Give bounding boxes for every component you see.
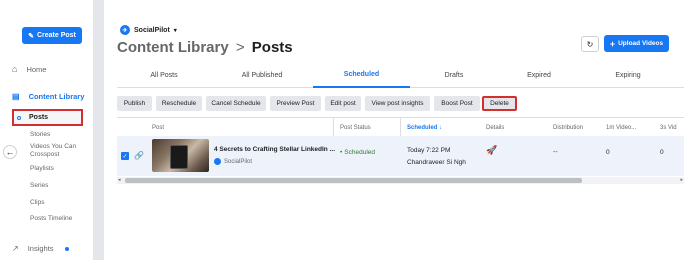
sidebar-item-stories[interactable]: Stories [30, 131, 50, 139]
sidebar: ✎ Create Post ⌂ Home ▤ Content Library P… [0, 0, 100, 260]
scheduled-time: Today 7:22 PM [407, 147, 451, 154]
column-header-3s-video[interactable]: 3s Vid [660, 125, 677, 131]
tab-all-posts[interactable]: All Posts [120, 62, 208, 88]
socialpilot-logo-icon: ✈ [120, 25, 130, 35]
delete-button[interactable]: Delete [482, 96, 517, 111]
sidebar-item-series[interactable]: Series [30, 182, 48, 190]
edit-post-button[interactable]: Edit post [325, 96, 361, 111]
scheduled-by: Chandraveer Si Ngh [407, 159, 466, 166]
tab-bar: All Posts All Published Scheduled Drafts… [117, 62, 684, 88]
create-post-button[interactable]: ✎ Create Post [22, 27, 82, 44]
refresh-icon: ↻ [586, 39, 594, 49]
scroll-left-icon[interactable]: ◂ [118, 177, 121, 183]
sidebar-item-posts-timeline[interactable]: Posts Timeline [30, 215, 72, 223]
sidebar-item-videos-crosspost[interactable]: Videos You Can Crosspost [30, 143, 80, 159]
collapse-sidebar-button[interactable]: ← [3, 145, 17, 159]
publish-button[interactable]: Publish [117, 96, 152, 111]
boost-rocket-icon[interactable]: 🚀 [486, 145, 497, 156]
sidebar-divider [93, 0, 104, 260]
column-header-post[interactable]: Post [152, 125, 164, 131]
insights-icon: ↗ [12, 244, 19, 253]
column-header-status[interactable]: Post Status [340, 125, 371, 131]
posts-table: Post Post Status Scheduled ↓ Details Dis… [117, 117, 684, 184]
status-dot-icon: • [340, 149, 343, 156]
page-title: Content Library > Posts [117, 39, 293, 56]
library-icon: ▤ [12, 92, 20, 101]
breadcrumb-parent[interactable]: Content Library [117, 39, 229, 56]
socialpilot-logo-icon [214, 158, 221, 165]
column-header-distribution[interactable]: Distribution [553, 125, 583, 131]
account-switcher[interactable]: ✈ SocialPilot ▾ [120, 25, 177, 35]
tab-expired[interactable]: Expired [495, 62, 583, 88]
post-title[interactable]: 4 Secrets to Crafting Stellar LinkedIn .… [214, 146, 335, 153]
refresh-button[interactable]: ↻ [581, 36, 599, 52]
breadcrumb-separator: > [235, 39, 245, 56]
boost-post-button[interactable]: Boost Post [434, 96, 480, 111]
sidebar-item-home[interactable]: ⌂ Home [12, 64, 46, 74]
post-source: SocialPilot [214, 158, 252, 165]
column-header-scheduled[interactable]: Scheduled ↓ [407, 125, 442, 131]
view-post-insights-button[interactable]: View post insights [365, 96, 430, 111]
notification-dot [64, 246, 69, 251]
upload-videos-button[interactable]: + Upload Videos [604, 35, 669, 52]
column-header-details[interactable]: Details [486, 125, 504, 131]
sidebar-item-content-library[interactable]: ▤ Content Library [12, 92, 84, 101]
tab-scheduled[interactable]: Scheduled [313, 62, 410, 88]
edit-icon: ✎ [28, 32, 34, 40]
breadcrumb-current: Posts [251, 39, 293, 56]
distribution-value: -- [553, 149, 558, 156]
post-thumbnail[interactable] [152, 139, 209, 172]
tab-all-published[interactable]: All Published [217, 62, 307, 88]
status-badge: • Scheduled [340, 149, 376, 156]
cancel-schedule-button[interactable]: Cancel Schedule [206, 96, 266, 111]
row-checkbox[interactable]: ✓ [121, 152, 129, 160]
video-1m-value: 0 [606, 149, 610, 156]
table-row[interactable]: ✓ 🔗 4 Secrets to Crafting Stellar Linked… [117, 136, 684, 176]
active-dot-icon [17, 115, 21, 120]
sidebar-item-insights[interactable]: ↗ Insights [12, 244, 69, 253]
caret-down-icon: ▾ [173, 27, 177, 34]
arrow-left-icon: ← [5, 147, 15, 157]
sidebar-item-posts[interactable]: Posts [12, 109, 83, 126]
horizontal-scrollbar[interactable]: ◂ ▸ [117, 177, 684, 184]
check-icon: ✓ [122, 153, 128, 160]
scroll-right-icon[interactable]: ▸ [680, 177, 683, 183]
home-icon: ⌂ [12, 64, 18, 74]
reschedule-button[interactable]: Reschedule [156, 96, 202, 111]
sidebar-item-clips[interactable]: Clips [30, 199, 44, 207]
plus-icon: + [609, 38, 616, 49]
video-3s-value: 0 [660, 149, 664, 156]
tab-drafts[interactable]: Drafts [410, 62, 498, 88]
preview-post-button[interactable]: Preview Post [270, 96, 321, 111]
scrollbar-thumb[interactable] [125, 178, 582, 183]
column-header-1m-video[interactable]: 1m Video... [606, 125, 636, 131]
sidebar-item-playlists[interactable]: Playlists [30, 165, 54, 173]
tab-expiring[interactable]: Expiring [584, 62, 672, 88]
link-icon[interactable]: 🔗 [134, 151, 144, 160]
